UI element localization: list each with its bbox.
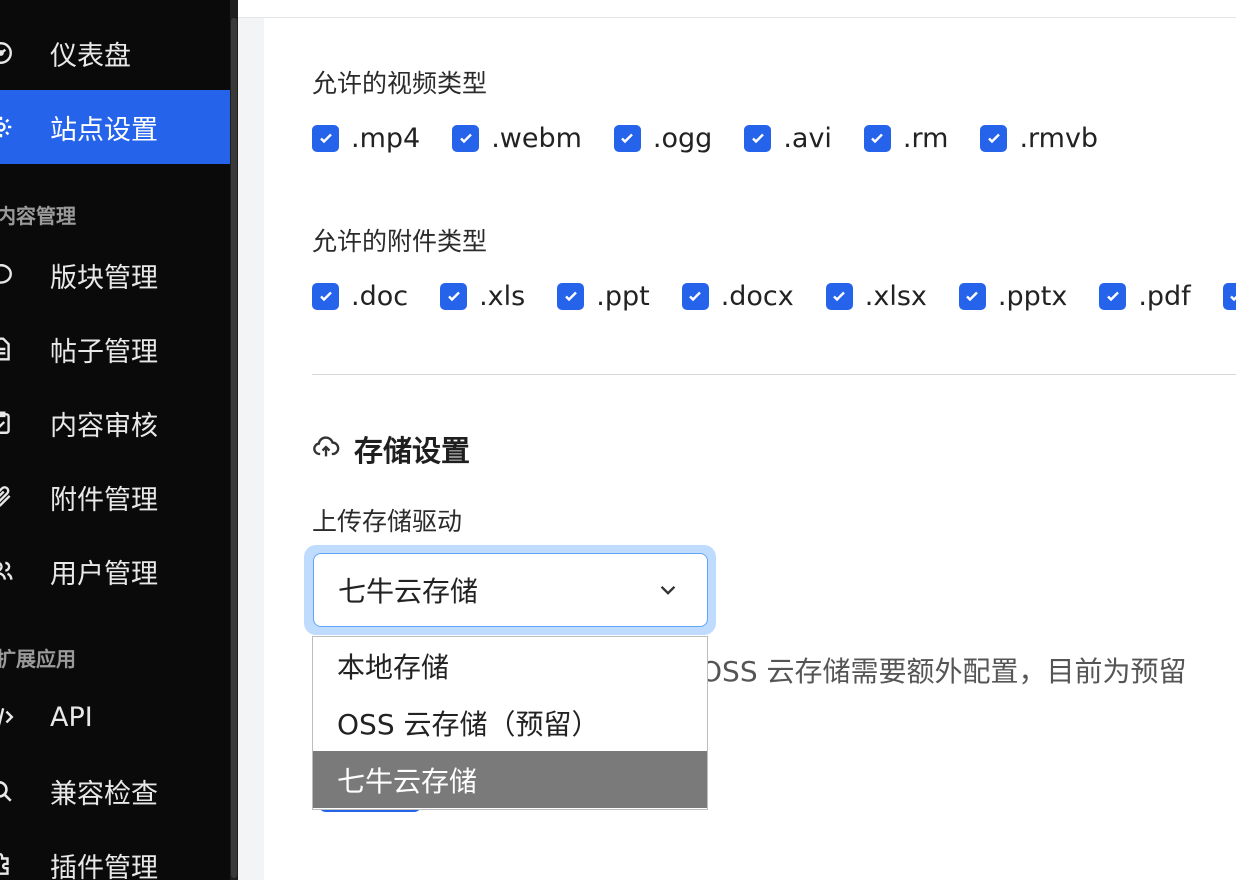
clipboard-check-icon (0, 410, 14, 436)
sidebar: 仪表盘 站点设置 内容管理 版块管理 帖子管理 内容审核 附件管理 用户管理 扩… (0, 0, 238, 880)
paperclip-icon (0, 484, 14, 510)
sidebar-item-label: API (50, 701, 93, 733)
section-divider (312, 374, 1236, 375)
checkbox-label: .avi (783, 122, 832, 154)
checkbox-checked[interactable] (1222, 282, 1236, 310)
video-type-option[interactable]: .rmvb (980, 123, 1098, 154)
checkbox-label: .xlsx (864, 280, 927, 312)
chevron-down-icon (657, 579, 679, 605)
video-type-option[interactable]: .webm (452, 123, 582, 154)
sidebar-item-compat-check[interactable]: 兼容检查 (0, 754, 230, 828)
sidebar-item-label: 版块管理 (50, 262, 158, 294)
checkbox-label: .docx (720, 280, 794, 312)
attachment-type-option[interactable]: .pdf (1099, 280, 1191, 312)
checkbox-checked[interactable] (825, 282, 853, 310)
video-types-label: 允许的视频类型 (312, 69, 488, 98)
checkbox-checked[interactable] (681, 282, 709, 310)
sidebar-item-label: 用户管理 (50, 558, 158, 590)
attachment-types-label: 允许的附件类型 (312, 227, 488, 256)
sidebar-item-label: 仪表盘 (50, 40, 131, 72)
chat-bubble-icon (0, 262, 14, 288)
attachment-type-option[interactable]: .pptx (958, 280, 1068, 312)
storage-driver-dropdown: 本地存储 OSS 云存储（预留） 七牛云存储 (312, 636, 708, 810)
checkbox-checked[interactable] (958, 282, 986, 310)
sidebar-scroll-thumb[interactable] (231, 18, 237, 878)
cloud-upload-icon (312, 433, 340, 465)
sidebar-item-site-settings[interactable]: 站点设置 (0, 90, 230, 164)
search-icon (0, 778, 14, 804)
users-icon (0, 558, 14, 584)
option-label: OSS 云存储（预留） (337, 707, 600, 741)
dashboard-icon (0, 40, 14, 66)
checkbox-checked[interactable] (980, 124, 1008, 152)
sidebar-item-plugins[interactable]: 插件管理 (0, 828, 230, 880)
content-gutter (238, 18, 264, 880)
checkbox-label: .ogg (652, 122, 713, 154)
storage-driver-label: 上传存储驱动 (312, 507, 463, 536)
checkbox-checked[interactable] (312, 124, 339, 152)
sidebar-item-label: 附件管理 (50, 484, 158, 516)
checkbox-checked[interactable] (863, 124, 891, 152)
sidebar-item-boards[interactable]: 版块管理 (0, 238, 230, 312)
checkbox-checked[interactable] (1099, 282, 1127, 310)
option-label: 本地存储 (337, 650, 450, 684)
attachment-type-option[interactable]: .xlsx (825, 280, 927, 312)
dropdown-option-local[interactable]: 本地存储 (313, 637, 707, 694)
dropdown-option-qiniu[interactable]: 七牛云存储 (313, 751, 707, 808)
sidebar-section-content: 内容管理 (0, 204, 76, 228)
puzzle-icon (0, 852, 14, 878)
checkbox-label: .doc (351, 280, 409, 312)
checkbox-checked[interactable] (440, 282, 468, 310)
storage-help-text: OSS 云存储需要额外配置，目前为预留 (700, 655, 1187, 688)
sidebar-item-label: 插件管理 (50, 852, 158, 880)
video-type-option[interactable]: .mp4 (312, 123, 420, 154)
gear-icon (0, 114, 14, 140)
option-label: 七牛云存储 (337, 764, 478, 798)
checkbox-label: .pdf (1138, 280, 1191, 312)
sidebar-item-label: 兼容检查 (50, 778, 158, 810)
sidebar-item-label: 帖子管理 (50, 336, 158, 368)
attachment-type-option[interactable]: .docx (681, 280, 794, 312)
code-icon (0, 704, 14, 730)
checkbox-checked[interactable] (312, 282, 339, 310)
attachment-type-option[interactable]: .xls (440, 281, 525, 312)
storage-section-title: 存储设置 (312, 428, 470, 470)
storage-driver-select[interactable]: 七牛云存储 (313, 553, 708, 627)
sidebar-item-moderation[interactable]: 内容审核 (0, 386, 230, 460)
sidebar-item-posts[interactable]: 帖子管理 (0, 312, 230, 386)
video-type-option[interactable]: .rm (863, 122, 949, 154)
sidebar-item-attachments[interactable]: 附件管理 (0, 460, 230, 534)
checkbox-label: .webm (491, 122, 582, 154)
video-types-checkboxes: .mp4 .webm .ogg .avi .rm .rmvb (312, 118, 1130, 158)
checkbox-label: .pptx (997, 280, 1068, 312)
attachment-type-option[interactable]: .doc (312, 281, 408, 312)
checkbox-checked[interactable] (613, 124, 641, 152)
sidebar-item-label: 内容审核 (50, 410, 158, 442)
settings-panel: 允许的视频类型 .mp4 .webm .ogg .avi .rm .rmvb 允… (264, 18, 1236, 880)
dropdown-option-oss[interactable]: OSS 云存储（预留） (313, 694, 707, 751)
sidebar-item-label: 站点设置 (50, 114, 158, 146)
checkbox-checked[interactable] (557, 282, 585, 310)
checkbox-checked[interactable] (452, 124, 480, 152)
sidebar-item-users[interactable]: 用户管理 (0, 534, 230, 608)
attachment-type-option-partial[interactable] (1222, 282, 1236, 310)
checkbox-label: .ppt (596, 280, 650, 312)
checkbox-label: .rm (902, 122, 949, 154)
video-type-option[interactable]: .ogg (613, 122, 713, 154)
top-header (238, 0, 1236, 18)
attachment-types-checkboxes: .doc .xls .ppt .docx .xlsx .pptx .pdf (312, 276, 1236, 316)
video-type-option[interactable]: .avi (744, 123, 832, 154)
checkbox-checked[interactable] (744, 124, 772, 152)
sidebar-section-extensions: 扩展应用 (0, 647, 76, 671)
select-value: 七牛云存储 (338, 575, 479, 608)
checkbox-label: .mp4 (351, 122, 421, 154)
storage-title: 存储设置 (354, 434, 471, 468)
checkbox-label: .xls (479, 280, 526, 312)
sidebar-item-api[interactable]: API (0, 680, 230, 754)
checkbox-label: .rmvb (1019, 122, 1099, 154)
sidebar-item-dashboard[interactable]: 仪表盘 (0, 16, 230, 90)
document-icon (0, 336, 14, 362)
attachment-type-option[interactable]: .ppt (557, 280, 650, 312)
